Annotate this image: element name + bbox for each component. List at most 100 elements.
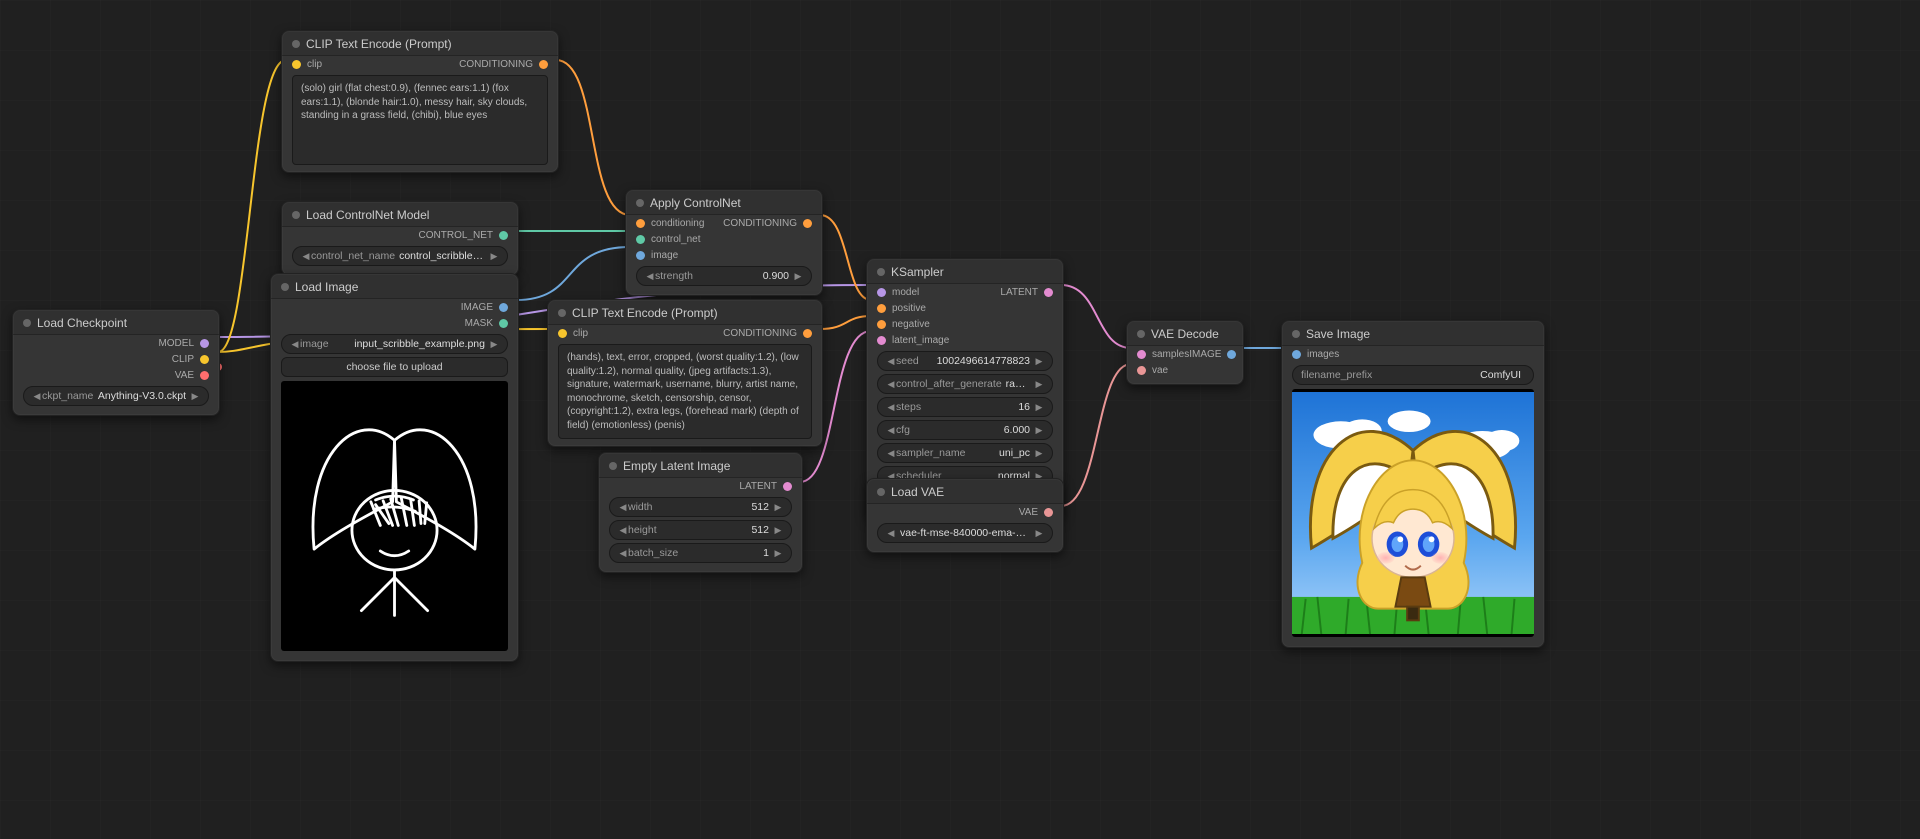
port-out-clip[interactable] (200, 355, 209, 364)
node-title: Load ControlNet Model (306, 208, 429, 222)
out-cond-label: CONDITIONING (723, 328, 797, 339)
port-in-vae[interactable] (1137, 366, 1146, 375)
cn-name-label: control_net_name (311, 250, 395, 262)
control-after-generate-combo[interactable]: ◀control_after_generaterandomize▶ (877, 374, 1053, 394)
node-header[interactable]: Load Checkpoint (13, 310, 219, 335)
port-in-positive[interactable] (877, 304, 886, 313)
filename-prefix-input[interactable]: filename_prefix ComfyUI (1292, 365, 1534, 385)
node-header[interactable]: Empty Latent Image (599, 453, 802, 478)
node-header[interactable]: Apply ControlNet (626, 190, 822, 215)
port-in-latent[interactable] (877, 336, 886, 345)
out-image-label: IMAGE (461, 302, 493, 313)
port-in-controlnet[interactable] (636, 235, 645, 244)
width-number[interactable]: ◀width512▶ (609, 497, 792, 517)
node-vae-decode[interactable]: VAE Decode samples IMAGE vae (1126, 320, 1244, 385)
node-header[interactable]: Load ControlNet Model (282, 202, 518, 227)
out-vae-label: VAE (1019, 507, 1038, 518)
in-pos-label: positive (892, 303, 926, 314)
upload-label: choose file to upload (346, 361, 442, 373)
out-mask-label: MASK (465, 318, 493, 329)
status-dot-icon (1292, 330, 1300, 338)
node-title: VAE Decode (1151, 327, 1219, 341)
port-in-negative[interactable] (877, 320, 886, 329)
node-load-checkpoint[interactable]: Load Checkpoint MODEL CLIP VAE ◀ ckpt_na… (12, 309, 220, 416)
vae-name-combo[interactable]: ◀vae_namevae-ft-mse-840000-ema-pruned.sa… (877, 523, 1053, 543)
port-in-clip[interactable] (558, 329, 567, 338)
cn-name-value: control_scribble.safetensors (395, 250, 489, 262)
batch-number[interactable]: ◀batch_size1▶ (609, 543, 792, 563)
node-save-image[interactable]: Save Image images filename_prefix ComfyU… (1281, 320, 1545, 648)
node-title: Load Image (295, 280, 358, 294)
upload-button[interactable]: choose file to upload (281, 357, 508, 377)
sampler-combo[interactable]: ◀sampler_nameuni_pc▶ (877, 443, 1053, 463)
port-out-controlnet[interactable] (499, 231, 508, 240)
status-dot-icon (636, 199, 644, 207)
arrow-left-icon: ◀ (618, 525, 628, 536)
arrow-left-icon: ◀ (886, 425, 896, 436)
prefix-label: filename_prefix (1301, 369, 1372, 381)
port-in-clip[interactable] (292, 60, 301, 69)
negative-prompt-textarea[interactable]: (hands), text, error, cropped, (worst qu… (558, 344, 812, 439)
steps-number[interactable]: ◀steps16▶ (877, 397, 1053, 417)
port-out-mask[interactable] (499, 319, 508, 328)
output-illustration-icon (1292, 389, 1534, 637)
port-out-image[interactable] (1227, 350, 1236, 359)
node-clip-encode-positive[interactable]: CLIP Text Encode (Prompt) clip CONDITION… (281, 30, 559, 173)
port-out-conditioning[interactable] (539, 60, 548, 69)
port-out-conditioning[interactable] (803, 219, 812, 228)
node-load-vae[interactable]: Load VAE VAE ◀vae_namevae-ft-mse-840000-… (866, 478, 1064, 553)
node-header[interactable]: CLIP Text Encode (Prompt) (548, 300, 822, 325)
width-label: width (628, 501, 653, 513)
in-cond-label: conditioning (651, 218, 704, 229)
status-dot-icon (23, 319, 31, 327)
node-empty-latent[interactable]: Empty Latent Image LATENT ◀width512▶ ◀he… (598, 452, 803, 573)
port-in-images[interactable] (1292, 350, 1301, 359)
port-in-model[interactable] (877, 288, 886, 297)
node-load-controlnet-model[interactable]: Load ControlNet Model CONTROL_NET ◀ cont… (281, 201, 519, 276)
ckpt-name-combo[interactable]: ◀ ckpt_name Anything-V3.0.ckpt ▶ (23, 386, 209, 406)
port-out-latent[interactable] (783, 482, 792, 491)
in-clip-label: clip (307, 59, 322, 70)
image-file-combo[interactable]: ◀ image input_scribble_example.png ▶ (281, 334, 508, 354)
node-header[interactable]: Save Image (1282, 321, 1544, 346)
seed-value: 1002496614778823 (919, 355, 1034, 367)
node-apply-controlnet[interactable]: Apply ControlNet conditioning CONDITIONI… (625, 189, 823, 296)
node-header[interactable]: CLIP Text Encode (Prompt) (282, 31, 558, 56)
port-out-conditioning[interactable] (803, 329, 812, 338)
height-number[interactable]: ◀height512▶ (609, 520, 792, 540)
seed-label: seed (896, 355, 919, 367)
arrow-right-icon: ▶ (190, 391, 200, 402)
port-in-samples[interactable] (1137, 350, 1146, 359)
ckpt-label: ckpt_name (42, 390, 93, 402)
port-in-conditioning[interactable] (636, 219, 645, 228)
status-dot-icon (281, 283, 289, 291)
sampler-label: sampler_name (896, 447, 965, 459)
node-load-image[interactable]: Load Image IMAGE MASK ◀ image input_scri… (270, 273, 519, 662)
port-out-latent[interactable] (1044, 288, 1053, 297)
out-model-label: MODEL (158, 338, 194, 349)
port-out-vae[interactable] (1044, 508, 1053, 517)
node-title: Empty Latent Image (623, 459, 730, 473)
node-header[interactable]: Load Image (271, 274, 518, 299)
arrow-right-icon: ▶ (1034, 379, 1044, 390)
node-clip-encode-negative[interactable]: CLIP Text Encode (Prompt) clip CONDITION… (547, 299, 823, 447)
cfg-number[interactable]: ◀cfg6.000▶ (877, 420, 1053, 440)
port-out-vae[interactable] (200, 371, 209, 380)
image-label: image (300, 338, 329, 350)
in-images-label: images (1307, 349, 1339, 360)
arrow-left-icon: ◀ (886, 402, 896, 413)
vae-value: vae-ft-mse-840000-ema-pruned.safetensors (896, 527, 1034, 539)
strength-number[interactable]: ◀ strength 0.900 ▶ (636, 266, 812, 286)
out-vae-label: VAE (175, 370, 194, 381)
port-in-image[interactable] (636, 251, 645, 260)
node-header[interactable]: Load VAE (867, 479, 1063, 504)
controlnet-name-combo[interactable]: ◀ control_net_name control_scribble.safe… (292, 246, 508, 266)
height-label: height (628, 524, 657, 536)
prompt-textarea[interactable]: (solo) girl (flat chest:0.9), (fennec ea… (292, 75, 548, 165)
port-out-model[interactable] (200, 339, 209, 348)
port-out-image[interactable] (499, 303, 508, 312)
node-header[interactable]: VAE Decode (1127, 321, 1243, 346)
seed-number[interactable]: ◀seed1002496614778823▶ (877, 351, 1053, 371)
status-dot-icon (292, 40, 300, 48)
node-header[interactable]: KSampler (867, 259, 1063, 284)
